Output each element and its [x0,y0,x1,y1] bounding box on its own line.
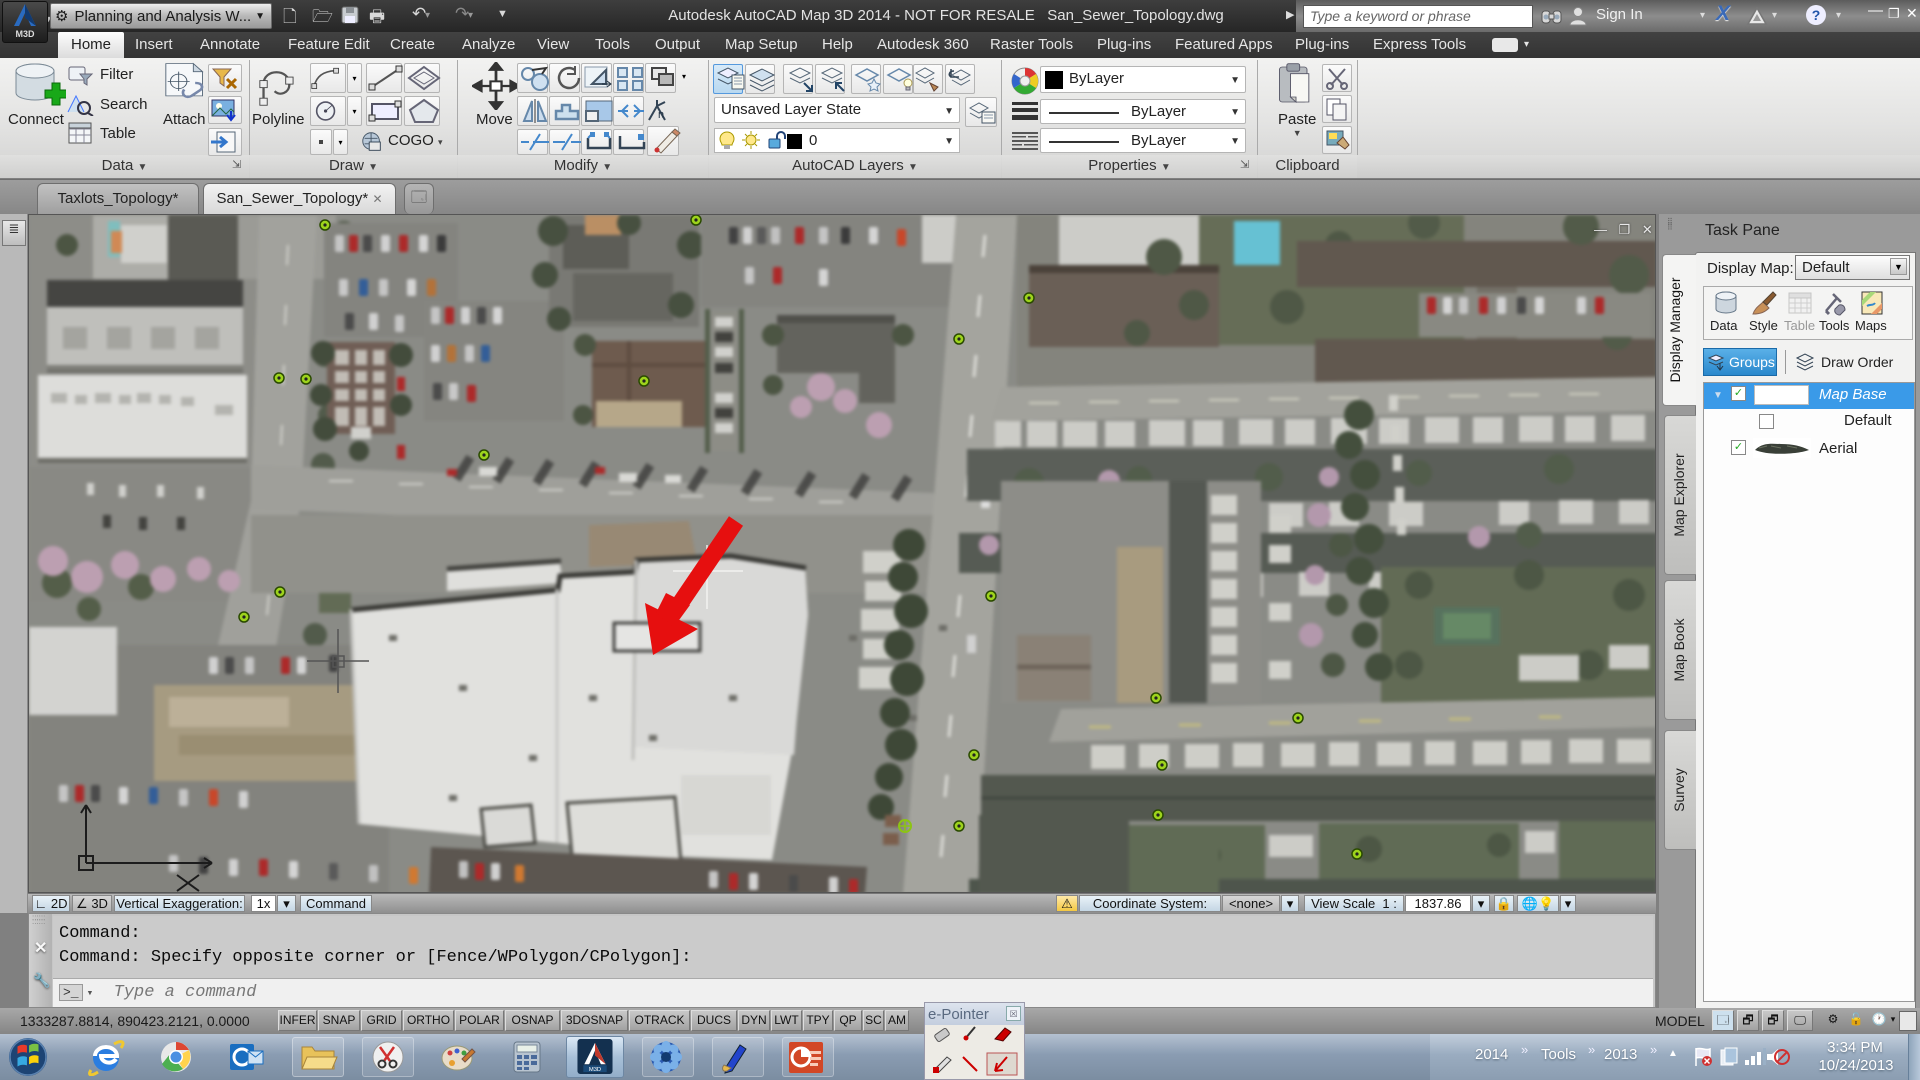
svg-text:M3D: M3D [589,1067,601,1073]
svg-text:n: n [658,109,664,121]
